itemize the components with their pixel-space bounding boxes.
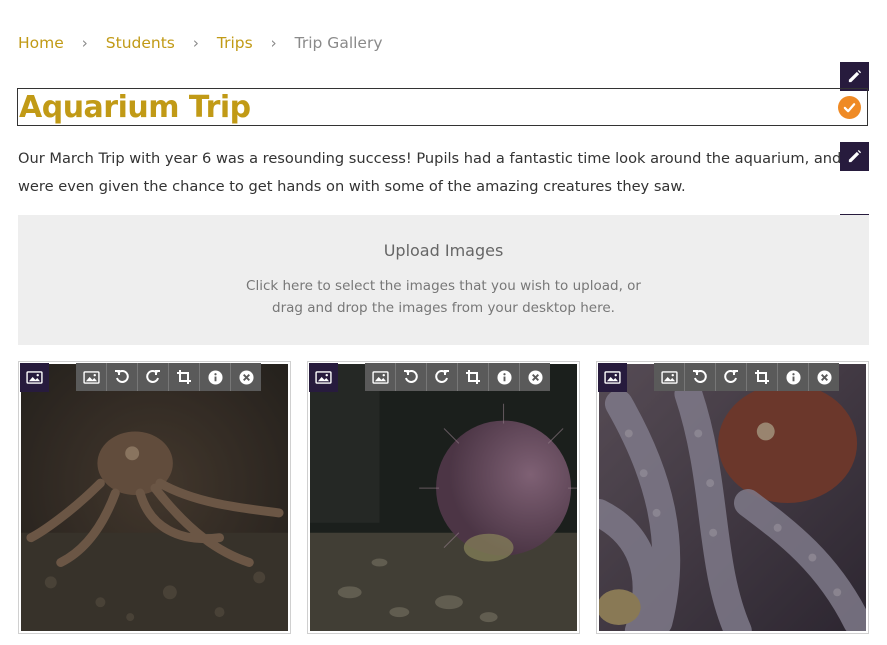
rotate-left-button[interactable] [107,363,138,391]
gallery-item[interactable] [18,361,291,634]
rotate-right-icon [146,370,160,383]
select-image-button[interactable] [20,363,49,392]
page-title[interactable]: Aquarium Trip [19,90,251,125]
info-button[interactable] [200,363,231,391]
image-icon [604,371,621,384]
crop-button[interactable] [169,363,200,391]
rotate-left-button[interactable] [396,363,427,391]
upload-dropzone[interactable]: Upload Images Click here to select the i… [18,215,869,345]
image-toolbar [76,363,261,391]
image-icon [371,370,389,384]
image-icon [660,370,678,384]
breadcrumb-students[interactable]: Students [106,34,175,52]
image-toolbar [365,363,550,391]
gallery-item[interactable] [596,361,869,634]
gallery-photo-octopus[interactable] [21,364,288,631]
crop-button[interactable] [458,363,489,391]
remove-image-button[interactable] [809,363,839,391]
info-button[interactable] [489,363,520,391]
remove-icon [527,369,543,385]
rotate-right-button[interactable] [427,363,458,391]
replace-image-button[interactable] [76,363,107,391]
page-description: Our March Trip with year 6 was a resound… [18,150,842,195]
photo-overlay [599,364,866,631]
info-icon [785,369,801,385]
rotate-left-icon [404,370,418,383]
image-toolbar [654,363,839,391]
upload-hint-line: drag and drop the images from your deskt… [272,300,615,316]
confirm-button[interactable] [838,96,861,119]
breadcrumb-separator: › [270,34,277,52]
title-editor[interactable]: Aquarium Trip [17,88,868,126]
pencil-icon [848,69,862,83]
replace-image-button[interactable] [654,363,685,391]
rotate-left-icon [693,370,707,383]
breadcrumb-trips[interactable]: Trips [217,34,253,52]
upload-hint: Click here to select the images that you… [18,275,869,319]
remove-icon [238,369,254,385]
crop-icon [755,370,769,384]
rotate-right-button[interactable] [138,363,169,391]
remove-image-button[interactable] [231,363,261,391]
info-icon [207,369,223,385]
info-button[interactable] [778,363,809,391]
breadcrumb: Home › Students › Trips › Trip Gallery [18,34,383,52]
remove-icon [816,369,832,385]
crop-icon [466,370,480,384]
crop-button[interactable] [747,363,778,391]
gallery-photo-octopus-tentacles[interactable] [599,364,866,631]
upload-hint-line: Click here to select the images that you… [246,278,641,294]
gallery-item[interactable] [307,361,580,634]
breadcrumb-current: Trip Gallery [294,34,383,52]
image-icon [26,371,43,384]
image-icon [82,370,100,384]
rotate-left-button[interactable] [685,363,716,391]
remove-image-button[interactable] [520,363,550,391]
gallery-photo-sea-urchin[interactable] [310,364,577,631]
info-icon [496,369,512,385]
check-icon [843,103,856,113]
rotate-right-button[interactable] [716,363,747,391]
rotate-right-icon [435,370,449,383]
replace-image-button[interactable] [365,363,396,391]
image-icon [315,371,332,384]
edit-title-button[interactable] [840,62,869,91]
rotate-left-icon [115,370,129,383]
rotate-right-icon [724,370,738,383]
photo-overlay [310,364,577,631]
breadcrumb-home[interactable]: Home [18,34,64,52]
crop-icon [177,370,191,384]
select-image-button[interactable] [309,363,338,392]
breadcrumb-separator: › [192,34,199,52]
select-image-button[interactable] [598,363,627,392]
breadcrumb-separator: › [81,34,88,52]
upload-title: Upload Images [383,241,504,260]
photo-overlay [21,364,288,631]
